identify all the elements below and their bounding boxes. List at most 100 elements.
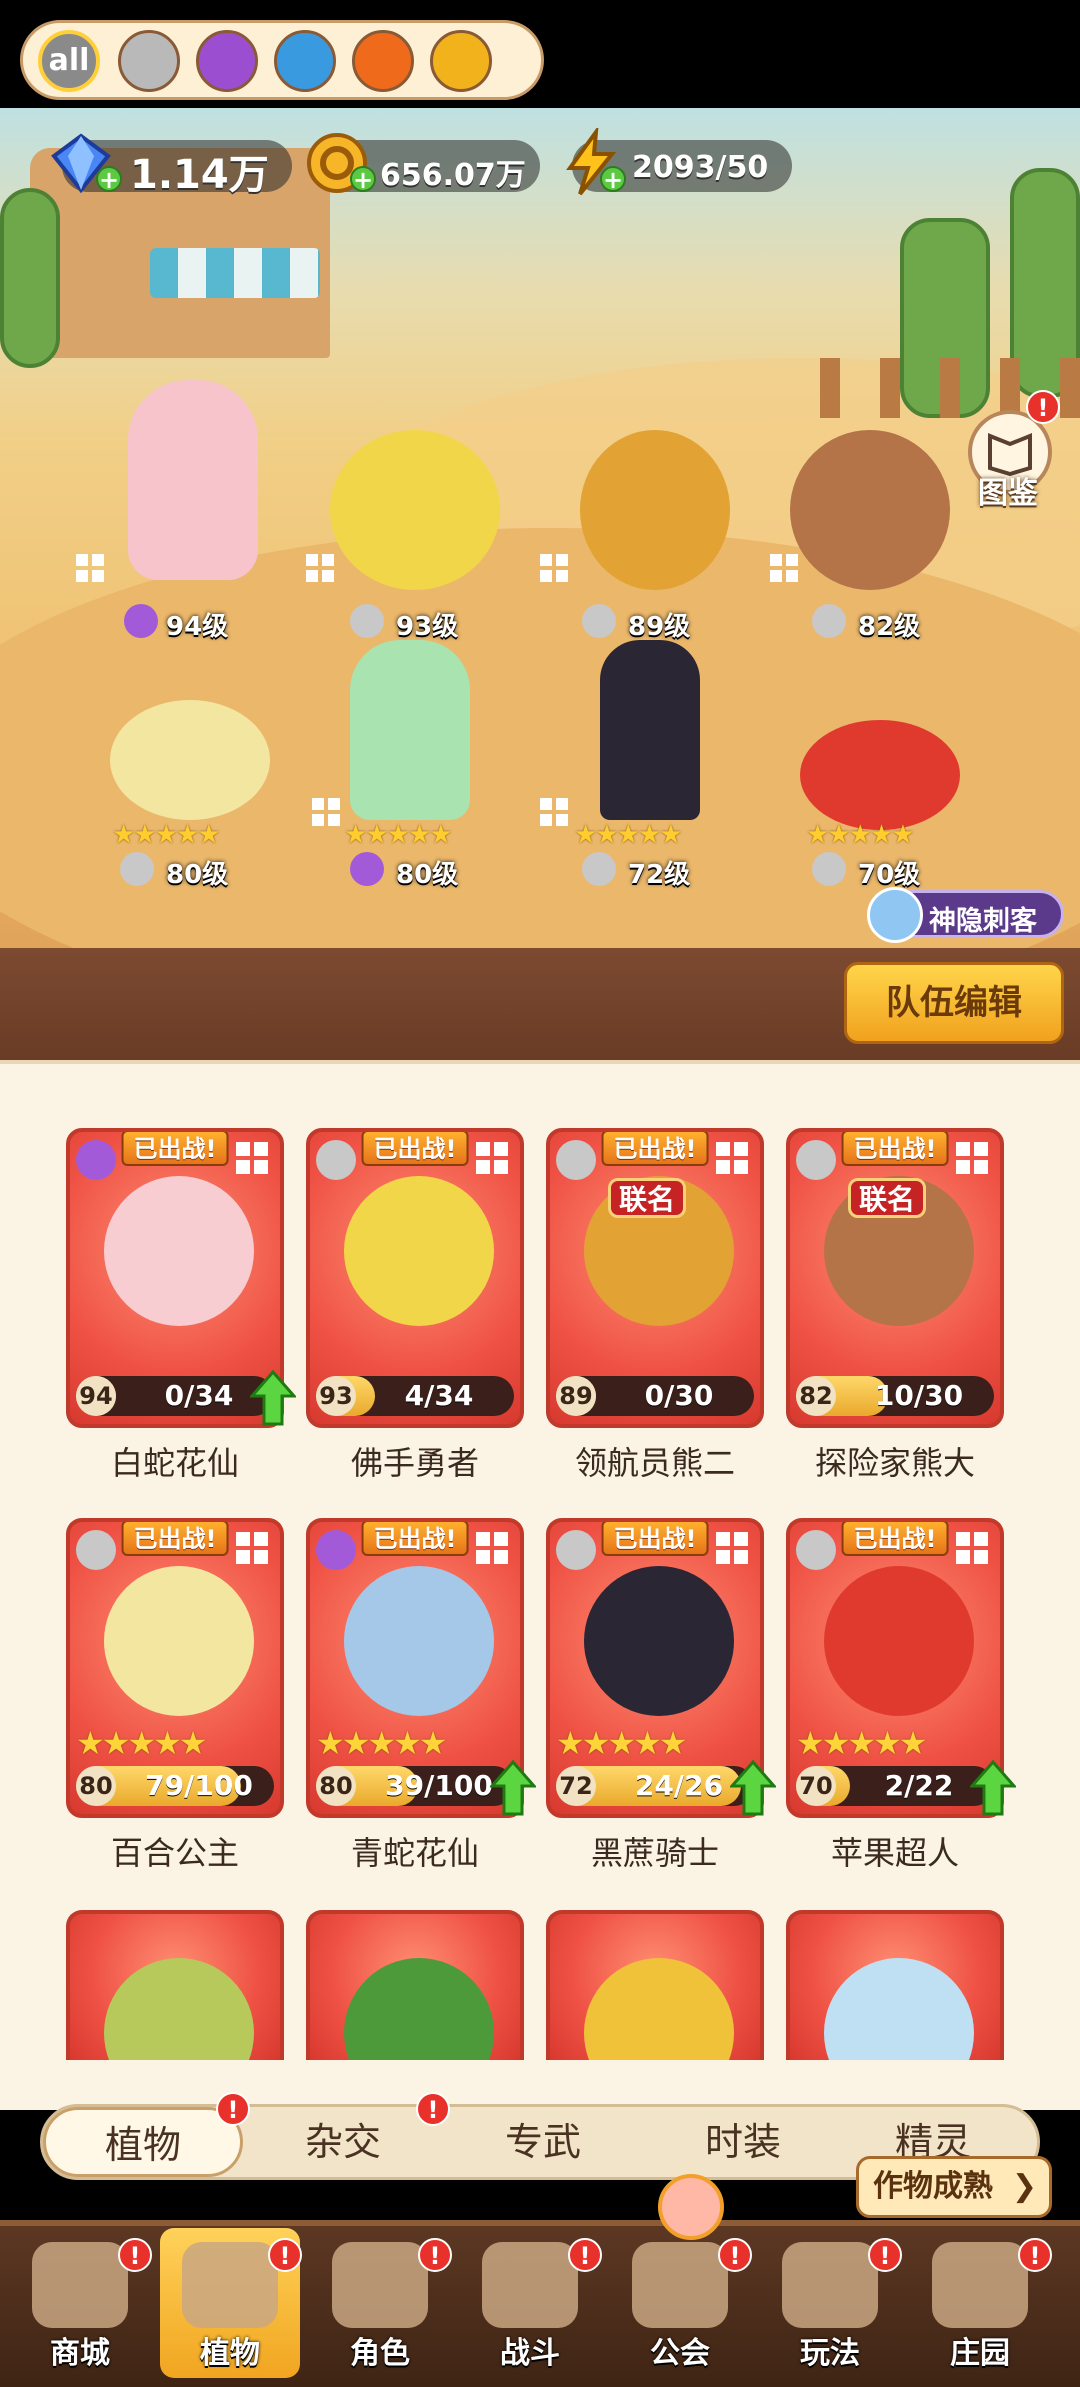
crop-ripe-button[interactable]: 作物成熟 ❯ [856,2156,1052,2218]
filter-lightning-icon[interactable] [430,30,492,92]
plant-portrait [584,1958,734,2060]
plant-level: 72 [556,1766,596,1806]
deployed-tag: 已出战! [841,1132,949,1166]
hero-explorer-bear[interactable] [790,430,950,590]
energy-value: 2093/50 [632,150,769,185]
cactus-decoration [0,188,60,368]
hidden-assassin-button[interactable]: 神隐刺客 [867,887,1064,943]
plant-portrait [104,1958,254,2060]
plant-name: 百合公主 [110,1834,239,1872]
plant-level: 89 [556,1376,596,1416]
plant-name: 探险家熊大 [814,1444,975,1482]
grid-icon [716,1142,750,1176]
grid-icon [770,554,800,584]
element-type-icon [796,1530,836,1570]
manor-icon [932,2242,1028,2328]
shard-progress-bar: 80 79/100 [76,1766,274,1806]
plant-card[interactable]: 已出战! 联名 82 10/30 [786,1128,1004,1428]
deployed-tag: 已出战! [121,1522,229,1556]
nav-manor[interactable]: 庄园! [910,2228,1052,2378]
nav-label: 庄园 [950,2336,1010,2371]
plant-portrait [344,1566,494,1716]
element-type-icon [556,1140,596,1180]
deployed-tag: 已出战! [601,1522,709,1556]
shard-progress-text: 0/30 [644,1379,714,1412]
plant-portrait [344,1176,494,1326]
filter-water-icon[interactable] [274,30,336,92]
potion-icon [124,604,158,638]
shard-progress-bar: 72 24/26 [556,1766,754,1806]
element-type-icon [796,1140,836,1180]
add-energy-icon[interactable]: + [600,166,626,192]
tab-exclusive-weapon[interactable]: 专武 [443,2107,643,2177]
hero-level: 80级 [166,860,229,890]
plant-card[interactable]: 已出战! 联名 89 0/30 [546,1128,764,1428]
nav-guild[interactable]: 公会! [610,2228,752,2378]
hero-navigator-bear[interactable] [580,430,730,590]
potion-icon [350,852,384,886]
nav-plants[interactable]: 植物! [160,2228,302,2378]
plant-card-partial[interactable] [546,1910,764,2060]
sword-icon [120,852,154,886]
atlas-label: 图鉴 [978,476,1038,511]
hero-stars: ★★★★★ [112,820,221,850]
nav-badge: ! [268,2238,302,2272]
plant-card-partial[interactable] [306,1910,524,2060]
hero-level: 93级 [396,612,459,642]
upgrade-arrow-icon [730,1760,776,1816]
grid-icon [476,1142,510,1176]
filter-fire-icon[interactable] [352,30,414,92]
grid-icon [956,1532,990,1566]
deployed-tag: 已出战! [361,1522,469,1556]
nav-badge: ! [1018,2238,1052,2272]
shard-progress-bar: 70 2/22 [796,1766,994,1806]
filter-potion-icon[interactable] [196,30,258,92]
plant-card[interactable]: 已出战! 93 4/34 [306,1128,524,1428]
upgrade-arrow-icon [970,1760,1016,1816]
gameplay-icon [782,2242,878,2328]
chevron-right-icon: ❯ [1011,2169,1037,2204]
nav-label: 公会 [650,2336,710,2371]
plant-name: 白蛇花仙 [110,1444,239,1482]
nav-badge: ! [118,2238,152,2272]
hero-green-snake-fairy[interactable] [350,640,470,820]
hero-apple-superman[interactable] [800,720,960,830]
sword-icon [350,604,384,638]
hero-black-cane-knight[interactable] [600,640,700,820]
hero-lily-princess[interactable] [110,700,270,820]
nav-badge: ! [868,2238,902,2272]
plant-card-partial[interactable] [786,1910,1004,2060]
deployed-tag: 已出战! [121,1132,229,1166]
hero-level: 89级 [628,612,691,642]
tab-plants[interactable]: 植物 [43,2107,243,2177]
plant-level: 93 [316,1376,356,1416]
plant-card[interactable]: 已出战! ★★★★★ 80 79/100 [66,1518,284,1818]
plant-portrait [344,1958,494,2060]
gems-value: 1.14万 [130,152,269,198]
filter-all-button[interactable]: all [38,30,100,92]
plants-icon [182,2242,278,2328]
hero-buddha-hand-hero[interactable] [330,430,500,590]
tab-costume[interactable]: 时装 [643,2107,843,2177]
plant-name: 领航员熊二 [574,1444,735,1482]
plant-portrait [824,1566,974,1716]
plant-card-partial[interactable] [66,1910,284,2060]
tab-plants-badge: ! [216,2092,250,2126]
tab-hybrid[interactable]: 杂交 [243,2107,443,2177]
nav-shop[interactable]: 商城! [10,2228,152,2378]
nav-battle[interactable]: 战斗! [460,2228,602,2378]
add-gems-icon[interactable]: + [96,166,122,192]
grid-icon [540,798,570,828]
sword-icon [812,604,846,638]
shard-progress-bar: 94 0/34 [76,1376,274,1416]
grid-icon [236,1532,270,1566]
deployed-tag: 已出战! [361,1132,469,1166]
nav-gameplay[interactable]: 玩法! [760,2228,902,2378]
grid-icon [956,1142,990,1176]
filter-sword-icon[interactable] [118,30,180,92]
nav-character[interactable]: 角色! [310,2228,452,2378]
add-gold-icon[interactable]: + [350,166,376,192]
hero-white-snake-fairy[interactable] [128,380,258,580]
team-edit-button[interactable]: 队伍编辑 [844,962,1064,1044]
nav-label: 角色 [350,2336,410,2371]
